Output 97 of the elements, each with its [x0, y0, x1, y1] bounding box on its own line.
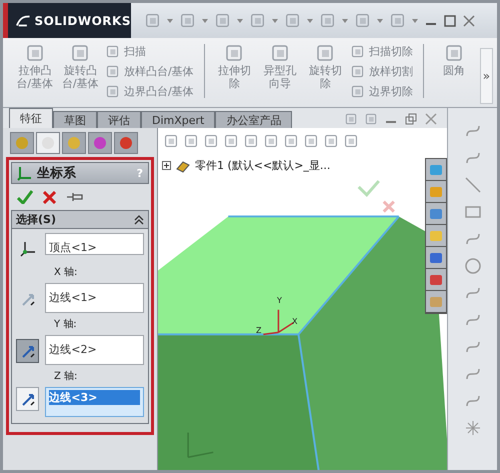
- task-pane-tab[interactable]: [426, 247, 446, 269]
- command-icon: [351, 45, 364, 58]
- selection-field[interactable]: 边线<1>: [45, 283, 144, 313]
- command-label[interactable]: 拉伸切 除: [218, 64, 251, 90]
- axis-icon: [20, 391, 36, 407]
- command-label[interactable]: 放样切割: [369, 64, 414, 79]
- task-icon: [429, 228, 443, 242]
- help-button[interactable]: ?: [136, 166, 143, 180]
- panel-title: 坐标系: [37, 164, 77, 182]
- command-label[interactable]: 扫描: [124, 44, 146, 59]
- task-icon: [429, 250, 443, 264]
- command-label[interactable]: 边界凸台/基体: [124, 84, 194, 99]
- caret-icon[interactable]: [377, 18, 383, 22]
- caret-icon[interactable]: [167, 18, 173, 22]
- axis-button[interactable]: [16, 387, 40, 411]
- section-title: 选择(S): [16, 212, 57, 227]
- task-pane-tab[interactable]: [426, 203, 446, 225]
- expand-icon[interactable]: [162, 161, 171, 170]
- manager-icon: [14, 135, 30, 151]
- logo-text: SOLIDWORKS: [34, 14, 131, 28]
- cancel-icon[interactable]: [43, 190, 56, 204]
- command-icon: [26, 44, 44, 62]
- command-label[interactable]: 旋转切 除: [308, 64, 342, 90]
- coordinate-system-icon: [17, 165, 33, 181]
- caret-icon[interactable]: [237, 18, 243, 22]
- task-pane-tab[interactable]: [426, 181, 446, 203]
- task-pane-tab[interactable]: [426, 269, 446, 291]
- command-label[interactable]: 边界切除: [369, 84, 414, 99]
- field-label: Z 轴:: [53, 370, 78, 383]
- caret-icon[interactable]: [307, 18, 313, 22]
- command-icon: [351, 65, 364, 78]
- command-label[interactable]: 放样凸台/基体: [124, 64, 194, 79]
- maximize-icon[interactable]: [444, 14, 456, 26]
- tab[interactable]: 评估: [97, 111, 141, 128]
- command-icon: [444, 44, 463, 62]
- part-icon: [175, 158, 191, 172]
- line-icon[interactable]: [464, 176, 482, 194]
- panel-tab[interactable]: [62, 132, 86, 154]
- caret-icon[interactable]: [412, 18, 418, 22]
- command-label[interactable]: 旋转凸 台/基体: [62, 64, 99, 90]
- manager-icon: [66, 135, 82, 151]
- pin-icon[interactable]: [66, 191, 84, 203]
- selection-field[interactable]: 边线<3>: [45, 387, 144, 417]
- collapse-icon[interactable]: [134, 214, 144, 224]
- point-icon[interactable]: [464, 419, 482, 437]
- task-icon: [429, 206, 443, 220]
- tab[interactable]: DimXpert: [141, 111, 216, 128]
- task-pane-tab[interactable]: [426, 159, 446, 181]
- command-icon: [106, 65, 119, 78]
- selection-field[interactable]: 顶点<1>: [45, 233, 144, 255]
- tab[interactable]: 草图: [53, 111, 97, 128]
- task-icon: [429, 294, 443, 308]
- command-icon: [270, 44, 289, 62]
- logo-icon: [16, 14, 30, 28]
- command-icon: [71, 44, 90, 62]
- field-label: X 轴:: [53, 266, 78, 279]
- panel-tab[interactable]: [36, 132, 60, 154]
- task-icon: [429, 162, 443, 176]
- confirm-icon[interactable]: [17, 190, 33, 204]
- command-icon: [106, 45, 119, 58]
- origin-icon: [18, 240, 37, 258]
- command-icon: [316, 44, 334, 62]
- panel-tab[interactable]: [88, 132, 112, 154]
- task-icon: [429, 184, 443, 198]
- panel-tab[interactable]: [114, 132, 138, 154]
- tab[interactable]: 特征: [9, 108, 53, 128]
- panel-tab[interactable]: [10, 132, 34, 154]
- tree-item[interactable]: 零件1 (默认<<默认>_显...: [195, 158, 330, 173]
- axis-label: Z: [256, 326, 262, 335]
- axis-label: Y: [277, 296, 282, 305]
- command-label[interactable]: 圆角: [442, 64, 465, 77]
- task-pane-tab[interactable]: [426, 225, 446, 247]
- command-label[interactable]: 拉伸凸 台/基体: [16, 64, 54, 90]
- axis-label: X: [292, 317, 298, 326]
- tab[interactable]: 办公室产品: [215, 111, 292, 128]
- field-label: Y 轴:: [53, 318, 78, 331]
- axis-icon: [20, 291, 36, 307]
- manager-icon: [118, 135, 134, 151]
- command-icon: [106, 85, 119, 98]
- caret-icon[interactable]: [272, 18, 278, 22]
- axis-icon: [20, 343, 36, 359]
- task-pane-tab[interactable]: [426, 291, 446, 313]
- caret-icon[interactable]: [202, 18, 208, 22]
- axis-button[interactable]: [16, 339, 40, 363]
- command-icon: [351, 85, 364, 98]
- close-icon[interactable]: [463, 14, 475, 26]
- manager-icon: [92, 135, 108, 151]
- circle-icon[interactable]: [464, 257, 482, 275]
- selection-field[interactable]: 边线<2>: [45, 335, 144, 365]
- restore-icon[interactable]: [405, 113, 417, 125]
- command-label[interactable]: 异型孔 向导: [263, 64, 296, 90]
- more-button[interactable]: »: [480, 48, 494, 104]
- command-icon: [225, 44, 244, 62]
- task-icon: [429, 272, 443, 286]
- command-label[interactable]: 扫描切除: [369, 44, 414, 59]
- caret-icon[interactable]: [342, 18, 348, 22]
- close-icon[interactable]: [425, 113, 437, 125]
